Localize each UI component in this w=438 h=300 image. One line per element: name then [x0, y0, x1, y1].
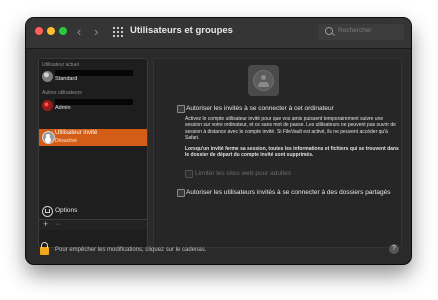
admin-avatar: [42, 100, 53, 111]
guest-user-row[interactable]: Utilisateur invité Désactivé: [39, 129, 147, 146]
limit-adult-sites-label[interactable]: Limiter les sites web pour adultes: [195, 170, 291, 177]
current-user-row[interactable]: Standard: [39, 69, 147, 86]
close-window-button[interactable]: [35, 27, 43, 35]
current-user-section-label: Utilisateur actuel: [42, 62, 79, 68]
help-button[interactable]: ?: [389, 244, 399, 254]
current-user-role: Standard: [55, 76, 78, 82]
guest-avatar: [42, 131, 55, 144]
person-icon: [253, 70, 274, 91]
shared-folders-label[interactable]: Autoriser les utilisateurs invités à se …: [186, 189, 391, 196]
login-options-button[interactable]: Options: [39, 203, 147, 219]
add-user-button[interactable]: +: [43, 219, 48, 229]
preferences-window: ‹ › Utilisateurs et groupes Rechercher U…: [26, 18, 411, 264]
search-placeholder: Rechercher: [338, 27, 372, 34]
guest-picture: [248, 65, 279, 96]
show-all-grid-icon[interactable]: [113, 27, 123, 37]
remove-user-button[interactable]: −: [55, 219, 60, 229]
sidebar-toolbar: + −: [39, 219, 147, 230]
forward-button[interactable]: ›: [94, 24, 98, 40]
limit-adult-sites-checkbox[interactable]: [185, 170, 193, 178]
options-label: Options: [55, 207, 78, 214]
lock-message: Pour empêcher les modifications, cliquez…: [55, 247, 207, 253]
search-field[interactable]: Rechercher: [318, 24, 404, 40]
back-button[interactable]: ‹: [77, 24, 81, 40]
titlebar: ‹ › Utilisateurs et groupes Rechercher: [26, 18, 411, 49]
users-sidebar: Utilisateur actuel Standard Autres utili…: [38, 58, 148, 248]
search-icon: [325, 27, 333, 35]
guest-warning: Lorsqu'un invité ferme sa session, toute…: [185, 146, 400, 159]
zoom-window-button[interactable]: [59, 27, 67, 35]
guest-warning-text: Lorsqu'un invité ferme sa session, toute…: [185, 146, 399, 159]
window-title: Utilisateurs et groupes: [130, 25, 233, 36]
guest-user-name: Utilisateur invité: [55, 130, 98, 136]
shared-folders-checkbox[interactable]: [177, 189, 185, 197]
house-icon: [42, 206, 53, 217]
user-avatar: [42, 71, 53, 82]
allow-guests-label[interactable]: Autoriser les invités à se connecter à c…: [186, 105, 334, 112]
allow-guests-checkbox[interactable]: [177, 105, 185, 113]
lock-icon[interactable]: [40, 242, 49, 255]
admin-user-row[interactable]: Admin: [39, 98, 147, 115]
minimize-window-button[interactable]: [47, 27, 55, 35]
other-users-section-label: Autres utilisateurs: [42, 90, 82, 96]
admin-user-role: Admin: [55, 105, 71, 111]
allow-guests-description: Activez le compte utilisateur invité pou…: [185, 116, 396, 142]
guest-user-status: Désactivé: [55, 138, 77, 144]
guest-settings-panel: Autoriser les invités à se connecter à c…: [153, 58, 402, 248]
